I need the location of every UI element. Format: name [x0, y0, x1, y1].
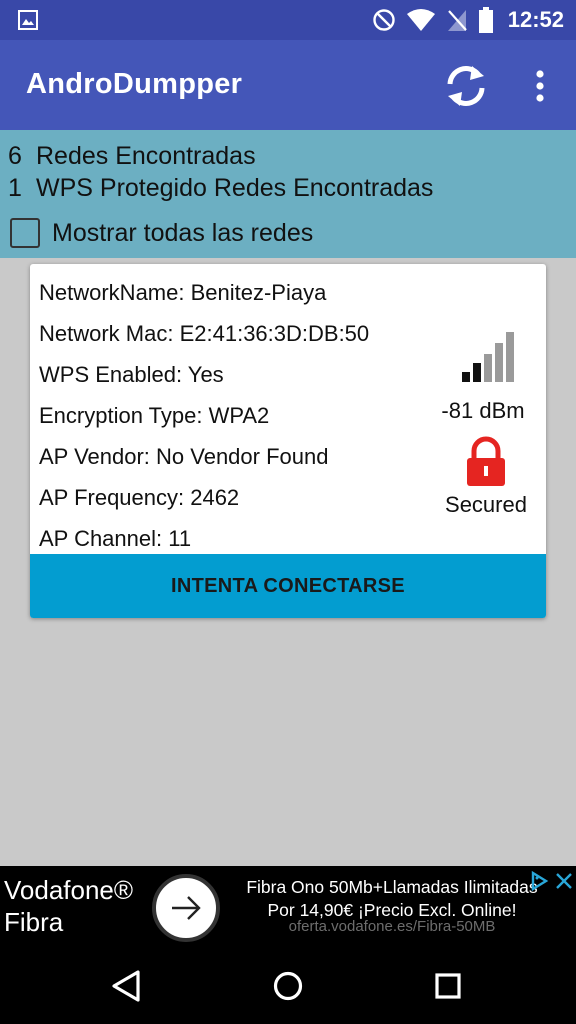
adchoices-icon[interactable] [528, 870, 550, 892]
navigation-bar [0, 948, 576, 1024]
home-icon[interactable] [268, 966, 308, 1006]
arrow-right-icon [172, 896, 201, 920]
do-not-disturb-icon [373, 9, 395, 31]
networks-found: 6 Redes Encontradas [8, 142, 256, 170]
battery-icon [478, 7, 493, 33]
show-all-checkbox[interactable] [10, 218, 40, 248]
ad-url: oferta.vodafone.es/Fibra-50MB [288, 918, 496, 935]
network-mac: Network Mac: E2:41:36:3D:DB:50 [39, 321, 370, 346]
ad-arrow-button[interactable] [152, 874, 220, 942]
app-title: AndroDumpper [26, 68, 243, 100]
ad-banner[interactable]: Vodafone® Fibra Fibra Ono 50Mb+Llamadas … [0, 866, 576, 948]
wps-enabled: WPS Enabled: Yes [39, 362, 224, 387]
refresh-icon[interactable] [442, 62, 490, 110]
no-sim-icon [447, 10, 467, 31]
show-all-label: Mostrar todas las redes [52, 218, 314, 247]
network-name: NetworkName: Benitez-Piaya [39, 280, 327, 305]
status-bar: 12:52 [0, 0, 576, 40]
ad-brand: Vodafone® Fibra [4, 875, 134, 937]
ap-vendor: AP Vendor: No Vendor Found [39, 444, 329, 469]
try-connect-button[interactable]: INTENTA CONECTARSE [30, 554, 546, 618]
clock: 12:52 [507, 7, 564, 32]
signal-strength-icon [462, 332, 514, 382]
summary-panel: 6 Redes Encontradas 1 WPS Protegido Redes … [0, 130, 576, 258]
wps-networks-found: 1 WPS Protegido Redes Encontradas [8, 174, 434, 202]
overflow-menu-icon[interactable] [524, 66, 556, 106]
app-bar: AndroDumpper [0, 40, 576, 130]
ap-frequency: AP Frequency: 2462 [39, 485, 240, 510]
close-icon[interactable] [553, 868, 575, 892]
wifi-icon [406, 9, 435, 31]
ad-headline: Fibra Ono 50Mb+Llamadas Ilimitadas Por 1… [246, 877, 538, 920]
show-all-networks-toggle[interactable]: Mostrar todas las redes [10, 218, 313, 248]
back-icon[interactable] [106, 966, 146, 1006]
encryption-type: Encryption Type: WPA2 [39, 403, 270, 428]
security-status: Secured [445, 492, 527, 517]
network-card: NetworkName: Benitez-Piaya Network Mac: … [30, 264, 546, 618]
signal-dbm: -81 dBm [441, 398, 525, 423]
recents-icon[interactable] [428, 966, 468, 1006]
lock-icon [467, 436, 505, 486]
image-icon [18, 10, 38, 30]
ap-channel: AP Channel: 11 [39, 526, 192, 551]
